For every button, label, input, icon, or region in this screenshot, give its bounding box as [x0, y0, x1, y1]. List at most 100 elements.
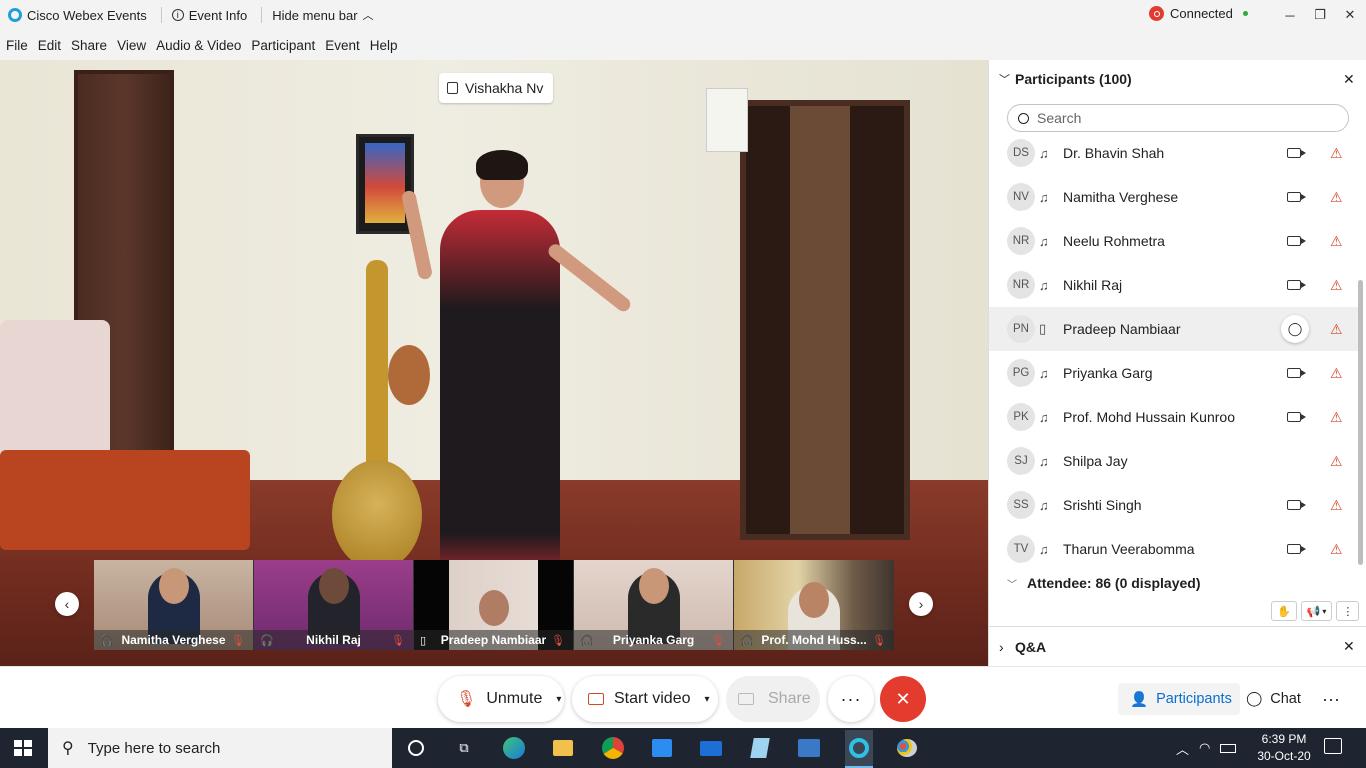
participant-row[interactable]: DS ♫ Dr. Bhavin Shah ⚠: [989, 131, 1359, 175]
video-camera-icon: [1287, 148, 1306, 158]
video-camera-icon: [1287, 412, 1306, 422]
menu-bar: File Edit Share View Audio & Video Parti…: [0, 30, 1366, 60]
participant-row[interactable]: PN ▯ Pradeep Nambiaar ◯ ⚠: [989, 307, 1359, 351]
video-calendar: [706, 88, 748, 152]
announce-button[interactable]: 📢 ▾: [1300, 601, 1333, 621]
webex-taskbar-icon[interactable]: [845, 730, 873, 768]
menu-event[interactable]: Event: [325, 38, 360, 53]
participant-list-scrollbar[interactable]: [1358, 280, 1363, 565]
mic-muted-icon[interactable]: ⚠: [1330, 365, 1343, 382]
chat-bubble-icon[interactable]: ◯: [1281, 315, 1309, 343]
store-icon[interactable]: [649, 736, 675, 760]
chevron-down-icon[interactable]: ▾: [704, 694, 709, 705]
meeting-control-bar: 🎙 Unmute ▾ Start video ▾ Share ··· ✕ 👤 P…: [0, 666, 1366, 728]
participant-row[interactable]: PK ♫ Prof. Mohd Hussain Kunroo ⚠: [989, 395, 1359, 439]
mic-muted-icon[interactable]: ⚠: [1330, 409, 1343, 426]
close-panel-button[interactable]: ✕: [1343, 71, 1355, 88]
participant-name: Nikhil Raj: [1063, 277, 1123, 293]
mic-muted-icon[interactable]: ⚠: [1330, 145, 1343, 162]
connection-status[interactable]: Connected: [1149, 6, 1248, 21]
more-options-button[interactable]: ···: [828, 676, 874, 722]
menu-help[interactable]: Help: [370, 38, 398, 53]
participants-toggle-label: Participants: [1156, 691, 1232, 707]
thumbnail-name: Nikhil Raj: [306, 633, 361, 647]
person-icon: 👤: [1130, 691, 1149, 708]
mic-muted-icon[interactable]: ⚠: [1330, 453, 1343, 470]
notepad-icon[interactable]: [747, 736, 773, 760]
remote-desktop-icon[interactable]: [796, 736, 822, 760]
participants-toggle-button[interactable]: 👤 Participants: [1118, 683, 1240, 715]
participant-row[interactable]: SS ♫ Srishti Singh ⚠: [989, 483, 1359, 527]
thumbnail-video[interactable]: 🎧 Namitha Verghese 🎙: [94, 560, 254, 650]
chat-toggle-button[interactable]: ◯ Chat: [1246, 683, 1301, 715]
menu-edit[interactable]: Edit: [38, 38, 61, 53]
hide-menu-bar-button[interactable]: Hide menu bar ︿: [272, 7, 373, 23]
menu-participant[interactable]: Participant: [251, 38, 315, 53]
menu-audio-video[interactable]: Audio & Video: [156, 38, 241, 53]
thumbnail-video[interactable]: 🎧 Priyanka Garg 🎙: [574, 560, 734, 650]
mic-muted-icon[interactable]: ⚠: [1330, 541, 1343, 558]
participants-panel-header[interactable]: ﹀ Participants (100) ✕: [989, 60, 1366, 98]
unmute-button[interactable]: 🎙 Unmute ▾: [438, 676, 564, 722]
qa-panel-header[interactable]: › Q&A ✕: [989, 626, 1366, 666]
participant-row[interactable]: NV ♫ Namitha Verghese ⚠: [989, 175, 1359, 219]
main-video-stage[interactable]: Vishakha Nv ‹ › 🎧 Namitha Verghese 🎙 🎧 N…: [0, 60, 988, 666]
mic-muted-icon[interactable]: ⚠: [1330, 189, 1343, 206]
menu-file[interactable]: File: [6, 38, 28, 53]
participant-search-input[interactable]: Search: [1007, 104, 1349, 132]
participant-row[interactable]: NR ♫ Neelu Rohmetra ⚠: [989, 219, 1359, 263]
participant-row[interactable]: SJ ♫ Shilpa Jay ⚠: [989, 439, 1359, 483]
taskbar-search-input[interactable]: ⚲ Type here to search: [48, 728, 392, 768]
battery-icon[interactable]: [1220, 743, 1237, 753]
mic-muted-icon: 🎙: [391, 634, 405, 647]
more-panels-button[interactable]: ···: [1322, 683, 1340, 715]
task-view-icon[interactable]: ⧉: [451, 736, 477, 760]
menu-view[interactable]: View: [117, 38, 146, 53]
thumbnails-prev-button[interactable]: ‹: [55, 592, 79, 616]
mic-muted-icon[interactable]: ⚠: [1330, 233, 1343, 250]
app-name: Cisco Webex Events: [27, 7, 147, 23]
cortana-icon[interactable]: [403, 736, 429, 760]
start-video-button[interactable]: Start video ▾: [572, 676, 718, 722]
status-dot-icon: [1242, 11, 1248, 16]
leave-event-button[interactable]: ✕: [880, 676, 926, 722]
edge-browser-icon[interactable]: [501, 736, 527, 760]
mic-muted-icon[interactable]: ⚠: [1330, 497, 1343, 514]
chevron-down-icon[interactable]: ﹀: [999, 71, 1015, 87]
thumbnail-video[interactable]: ▯ Pradeep Nambiaar 🎙: [414, 560, 574, 650]
thumbnail-video[interactable]: 🎧 Prof. Mohd Huss... 🎙: [734, 560, 894, 650]
start-button[interactable]: [14, 740, 32, 756]
participant-row[interactable]: TV ♫ Tharun Veerabomma ⚠: [989, 527, 1359, 563]
chevron-down-icon[interactable]: ▾: [556, 694, 561, 705]
mic-muted-icon[interactable]: ⚠: [1330, 277, 1343, 294]
chevron-right-icon: ›: [918, 596, 924, 612]
event-info-button[interactable]: i Event Info: [171, 8, 247, 23]
mic-muted-icon: 🎙: [711, 634, 725, 647]
file-explorer-icon[interactable]: [550, 736, 576, 760]
thumbnail-label: 🎧 Nikhil Raj 🎙: [254, 630, 413, 650]
system-tray: ︿ ◠: [1176, 728, 1237, 768]
headset-icon: ♫: [1039, 189, 1049, 205]
mail-icon[interactable]: [698, 736, 724, 760]
raise-hand-button[interactable]: ✋: [1271, 601, 1297, 621]
menu-share[interactable]: Share: [71, 38, 107, 53]
chevron-up-icon[interactable]: ︿: [1176, 739, 1189, 758]
taskbar-clock[interactable]: 6:39 PM 30-Oct-20: [1252, 731, 1316, 765]
close-window-button[interactable]: ✕: [1327, 0, 1366, 30]
wifi-icon[interactable]: ◠: [1199, 740, 1210, 756]
attendee-section-header[interactable]: ﹀ Attendee: 86 (0 displayed): [989, 568, 1359, 598]
headset-icon: ♫: [1039, 233, 1049, 249]
participant-row[interactable]: PG ♫ Priyanka Garg ⚠: [989, 351, 1359, 395]
qa-title: Q&A: [1015, 638, 1047, 655]
participant-name: Dr. Bhavin Shah: [1063, 145, 1165, 161]
mic-muted-icon[interactable]: ⚠: [1330, 321, 1343, 338]
paint-icon[interactable]: [894, 736, 920, 760]
notifications-icon[interactable]: [1324, 738, 1342, 754]
share-button[interactable]: Share: [726, 676, 820, 722]
participant-row[interactable]: NR ♫ Nikhil Raj ⚠: [989, 263, 1359, 307]
more-tools-button[interactable]: ⋮: [1336, 601, 1360, 621]
thumbnails-next-button[interactable]: ›: [909, 592, 933, 616]
close-qa-button[interactable]: ✕: [1343, 638, 1355, 655]
chrome-icon[interactable]: [600, 736, 626, 760]
thumbnail-video[interactable]: 🎧 Nikhil Raj 🎙: [254, 560, 414, 650]
